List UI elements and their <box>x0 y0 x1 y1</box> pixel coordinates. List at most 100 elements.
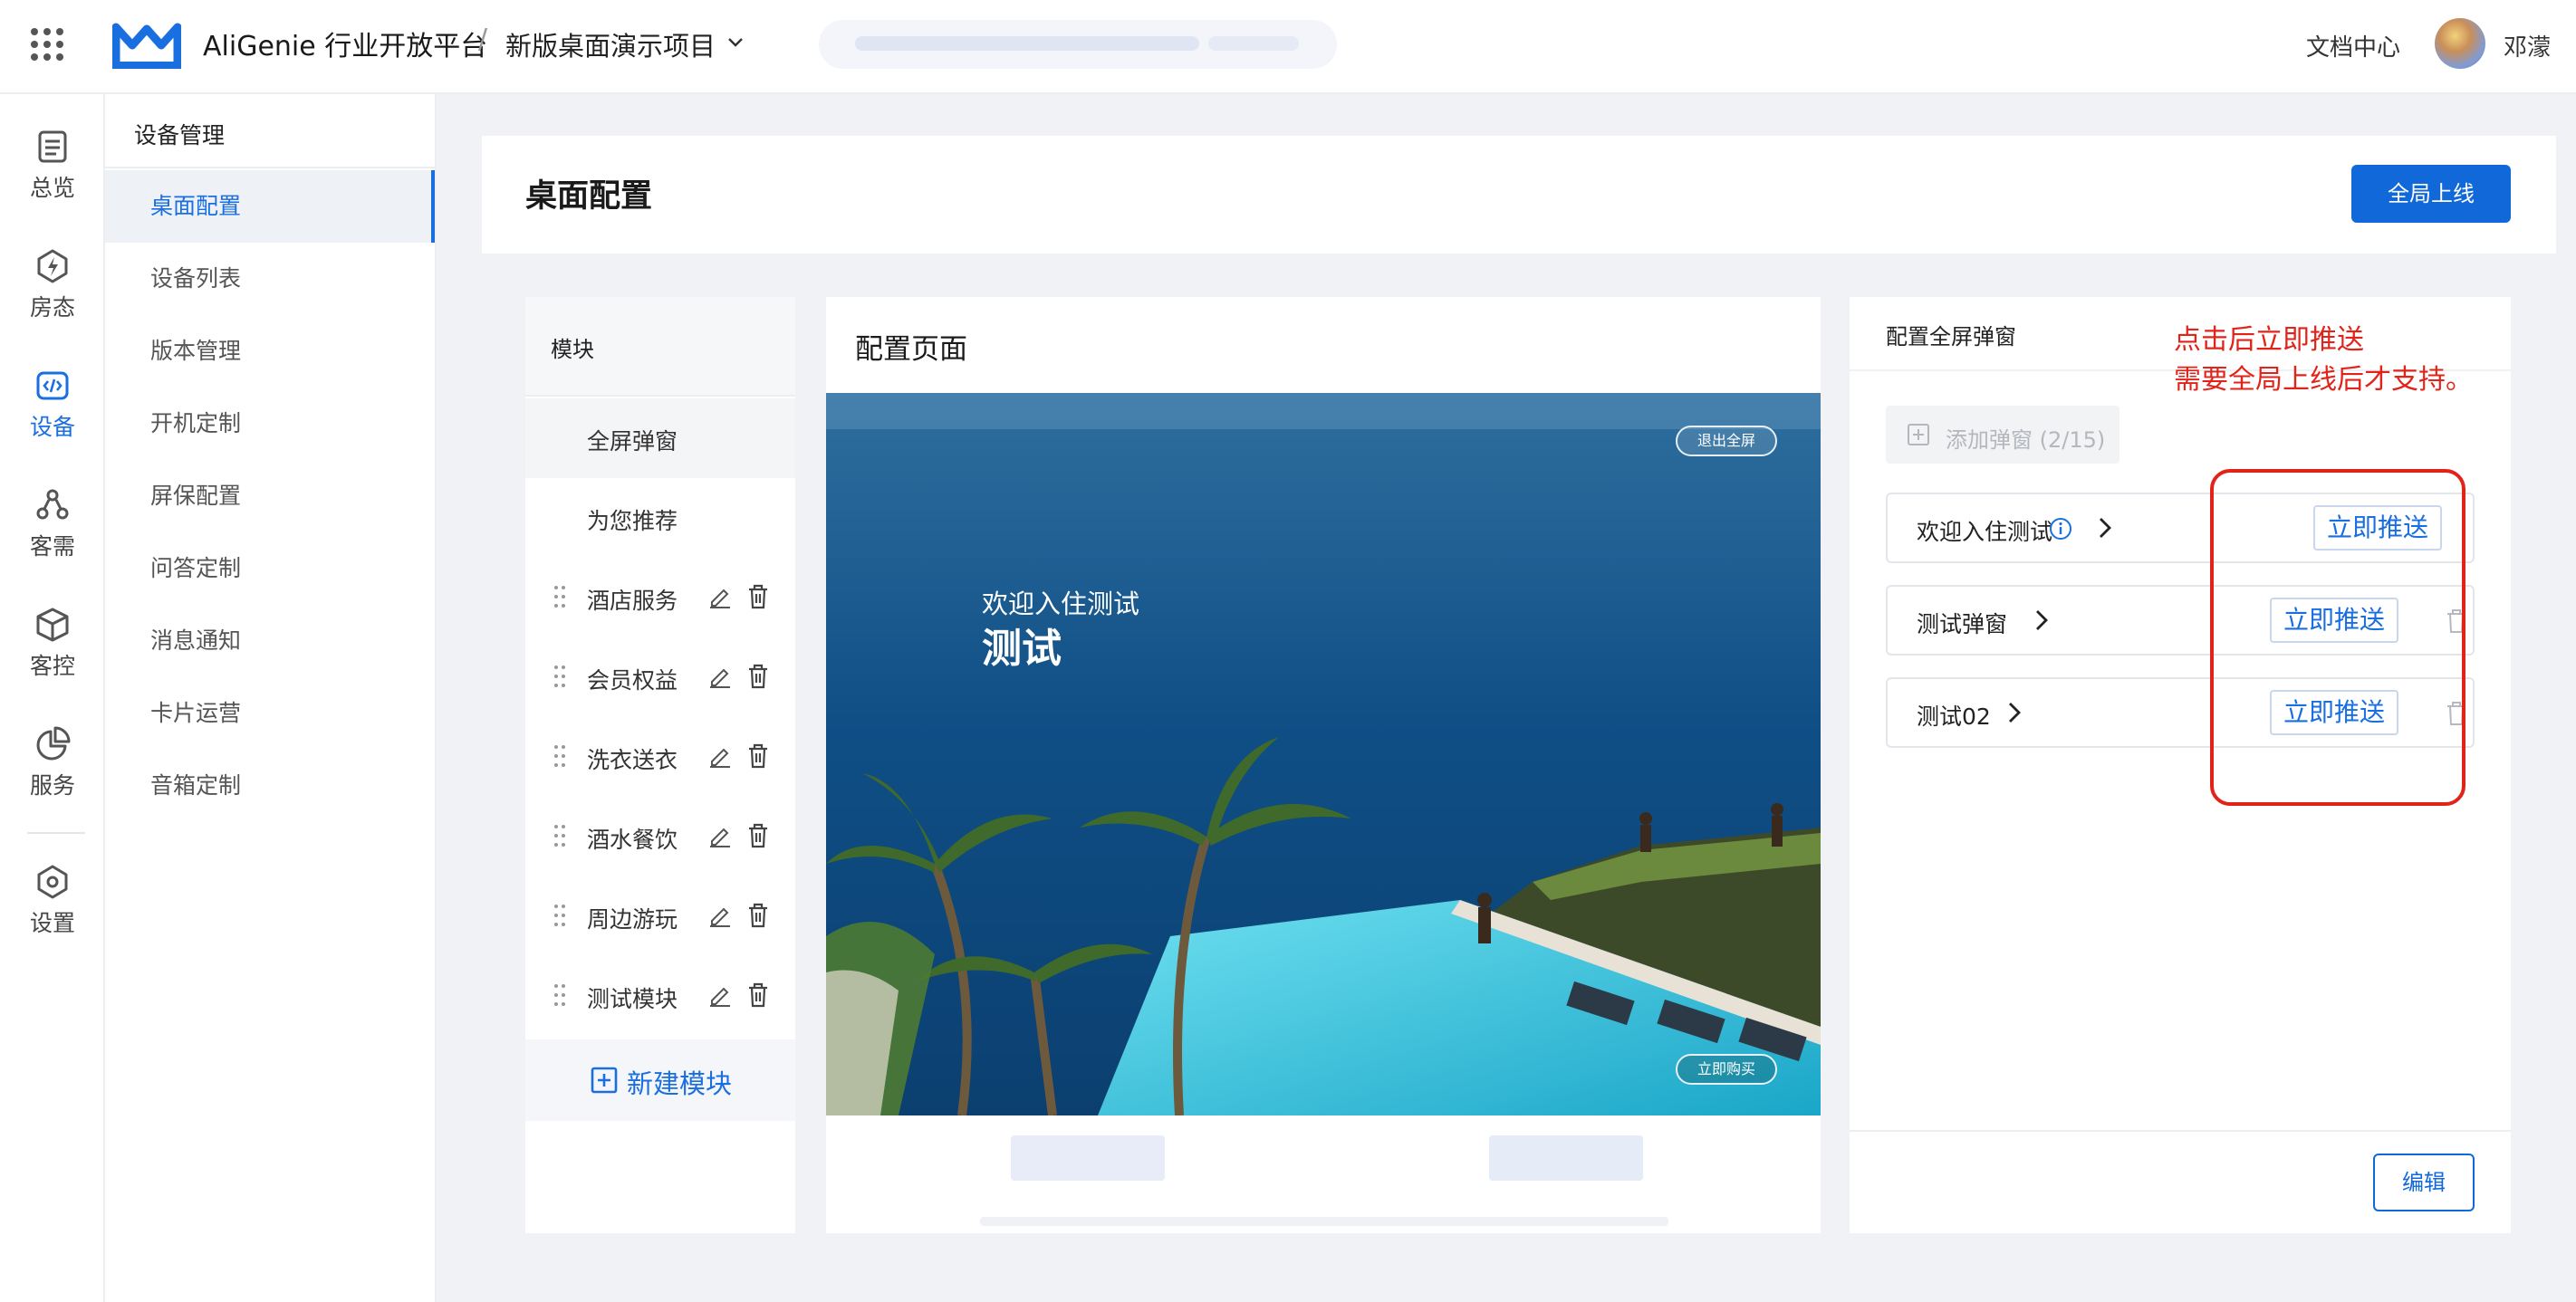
new-module-button[interactable]: 新建模块 <box>525 1039 795 1121</box>
submenu-item-speaker[interactable]: 音箱定制 <box>105 750 435 822</box>
drag-handle-icon[interactable] <box>553 822 567 849</box>
submenu-item-version[interactable]: 版本管理 <box>105 315 435 388</box>
module-name: 酒水餐饮 <box>587 827 678 853</box>
chevron-right-icon[interactable] <box>2031 607 2052 634</box>
rail-label: 设置 <box>29 910 75 936</box>
modules-header-label: 模块 <box>551 337 594 362</box>
add-popup-button[interactable]: 添加弹窗 (2/15) <box>1886 406 2119 464</box>
plus-square-icon <box>591 1067 618 1094</box>
module-item[interactable]: 酒水餐饮 <box>525 797 795 876</box>
divider <box>105 167 435 168</box>
module-name: 酒店服务 <box>587 588 678 614</box>
rail-item-guest-control[interactable]: 客控 <box>0 607 105 706</box>
drag-handle-icon[interactable] <box>553 583 567 610</box>
popup-panel-title: 配置全屏弹窗 <box>1886 324 2016 349</box>
chevron-down-icon[interactable] <box>725 31 746 53</box>
annotation-line: 点击后立即推送 <box>2174 324 2364 356</box>
page-title: 桌面配置 <box>525 178 653 215</box>
rail-item-room-status[interactable]: 房态 <box>0 248 105 348</box>
edit-icon[interactable] <box>708 585 732 608</box>
submenu-title: 设备管理 <box>134 122 226 148</box>
popup-name: 测试02 <box>1917 704 1991 730</box>
add-popup-label: 添加弹窗 (2/15) <box>1946 427 2106 453</box>
buy-now-button[interactable]: 立即购买 <box>1676 1054 1777 1085</box>
breadcrumb-separator: / <box>478 24 488 55</box>
avatar[interactable] <box>2435 18 2485 69</box>
popup-name: 测试弹窗 <box>1917 611 2008 637</box>
pie-chart-icon <box>36 726 71 761</box>
drag-handle-icon[interactable] <box>553 981 567 1009</box>
submenu-item-desktop-config[interactable]: 桌面配置 <box>105 170 435 243</box>
search-bar-blurred[interactable] <box>819 20 1337 69</box>
module-name: 测试模块 <box>587 986 678 1012</box>
new-module-label: 新建模块 <box>627 1068 733 1099</box>
module-item[interactable]: 洗衣送衣 <box>525 717 795 797</box>
code-icon <box>36 371 69 400</box>
module-item[interactable]: 全屏弹窗 <box>525 398 795 478</box>
trash-icon[interactable] <box>746 902 770 929</box>
aligenie-logo-icon <box>112 23 181 69</box>
blurred-content <box>980 1217 1668 1226</box>
module-name: 洗衣送衣 <box>587 747 678 773</box>
popup-name: 欢迎入住测试 <box>1917 519 2053 545</box>
chevron-right-icon[interactable] <box>2004 699 2025 726</box>
module-name: 会员权益 <box>587 667 678 694</box>
rail-label: 客控 <box>29 653 75 679</box>
drag-handle-icon[interactable] <box>553 663 567 690</box>
submenu-item-boot[interactable]: 开机定制 <box>105 388 435 460</box>
list-doc-icon <box>38 130 67 163</box>
docs-center-link[interactable]: 文档中心 <box>2306 29 2400 62</box>
submenu-item-notification[interactable]: 消息通知 <box>105 605 435 677</box>
trash-icon[interactable] <box>746 742 770 770</box>
drag-handle-icon[interactable] <box>553 902 567 929</box>
user-name[interactable]: 邓濛 <box>2504 29 2551 62</box>
edit-button[interactable]: 编辑 <box>2373 1154 2475 1211</box>
publish-all-button[interactable]: 全局上线 <box>2351 165 2511 223</box>
apps-grid-icon[interactable] <box>31 28 63 61</box>
rail-item-overview[interactable]: 总览 <box>0 129 105 228</box>
edit-icon[interactable] <box>708 904 732 927</box>
exit-fullscreen-button[interactable]: 退出全屏 <box>1676 426 1777 456</box>
module-item[interactable]: 测试模块 <box>525 956 795 1036</box>
edit-icon[interactable] <box>708 665 732 688</box>
module-item[interactable]: 酒店服务 <box>525 558 795 637</box>
trash-icon[interactable] <box>746 583 770 610</box>
project-selector[interactable]: 新版桌面演示项目 <box>505 25 716 63</box>
annotation-line: 需要全局上线后才支持。 <box>2174 364 2473 396</box>
edit-icon[interactable] <box>708 983 732 1007</box>
seaside-pool-photo <box>826 393 1821 1115</box>
edit-icon[interactable] <box>708 824 732 847</box>
submenu-item-screensaver[interactable]: 屏保配置 <box>105 460 435 532</box>
submenu-item-card-ops[interactable]: 卡片运营 <box>105 677 435 750</box>
page-header: 桌面配置 全局上线 <box>482 136 2556 254</box>
rail-label: 总览 <box>29 175 75 201</box>
top-bar: AliGenie 行业开放平台 / 新版桌面演示项目 文档中心 邓濛 <box>0 0 2576 94</box>
trash-icon[interactable] <box>746 663 770 690</box>
modules-panel: 模块 全屏弹窗 为您推荐 酒店服务 会员权益 洗衣送衣 酒水餐饮 周边游玩 测试… <box>525 297 795 1233</box>
brand-title: AliGenie 行业开放平台 <box>203 31 488 62</box>
module-item[interactable]: 为您推荐 <box>525 478 795 558</box>
divider <box>1850 1130 2511 1132</box>
rail-item-guest-needs[interactable]: 客需 <box>0 487 105 587</box>
edit-icon[interactable] <box>708 744 732 768</box>
drag-handle-icon[interactable] <box>553 742 567 770</box>
module-item[interactable]: 会员权益 <box>525 637 795 717</box>
lightning-icon <box>37 249 68 283</box>
rail-label: 服务 <box>29 772 75 799</box>
left-rail: 总览 房态 设备 客需 客控 服务 设置 <box>0 94 105 1302</box>
submenu-item-device-list[interactable]: 设备列表 <box>105 243 435 315</box>
plus-square-icon <box>1908 424 1929 445</box>
module-item[interactable]: 周边游玩 <box>525 876 795 956</box>
trash-icon[interactable] <box>746 981 770 1009</box>
info-icon[interactable] <box>2049 517 2072 541</box>
submenu-item-qa[interactable]: 问答定制 <box>105 532 435 605</box>
cube-icon <box>36 608 69 642</box>
trash-icon[interactable] <box>746 822 770 849</box>
rail-item-settings[interactable]: 设置 <box>0 864 105 963</box>
chevron-right-icon[interactable] <box>2094 514 2116 541</box>
rail-item-service[interactable]: 服务 <box>0 726 105 826</box>
rail-item-device[interactable]: 设备 <box>0 368 105 467</box>
modules-header: 模块 <box>525 297 795 397</box>
config-page-panel: 配置页面 退出全屏 欢迎入住测试 测试 立即购买 <box>826 297 1821 1233</box>
popup-title: 测试 <box>982 626 1062 672</box>
